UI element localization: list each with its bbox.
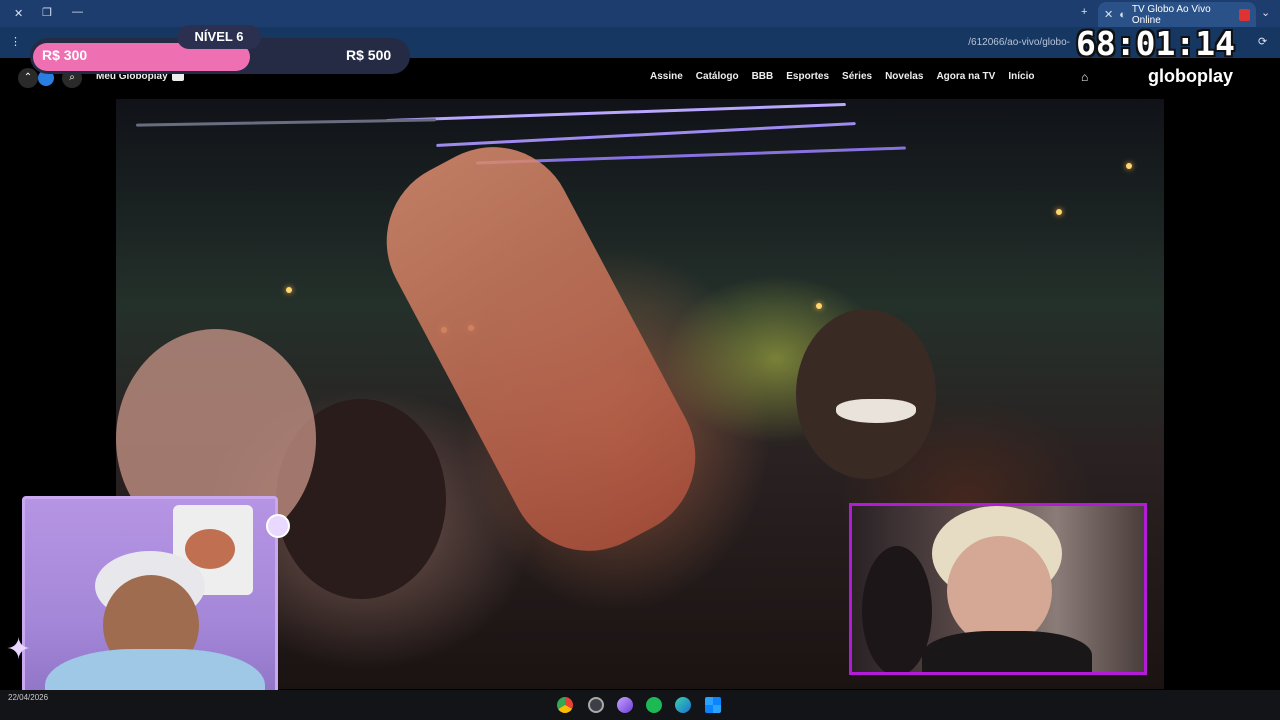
site-logo[interactable]: globoplay xyxy=(1148,66,1233,87)
edge-icon[interactable] xyxy=(675,697,691,713)
taskbar xyxy=(0,690,1280,720)
browser-tab-strip xyxy=(0,0,1280,27)
chrome-icon[interactable] xyxy=(557,697,573,713)
close-tab-icon[interactable]: ✕ xyxy=(1104,8,1113,21)
tab-favicon-icon xyxy=(1239,8,1250,21)
site-nav: Início Agora na TV Novelas Séries Esport… xyxy=(650,71,1034,82)
guest-webcam xyxy=(849,503,1147,675)
home-icon[interactable]: ⌂ xyxy=(1081,70,1088,84)
sparkle-icon: ✦ xyxy=(6,633,32,666)
goal-start-value: R$ 300 xyxy=(42,47,88,63)
nav-item-bbb[interactable]: BBB xyxy=(752,71,774,82)
menu-icon[interactable]: ⋮ xyxy=(10,35,21,48)
nav-item-catalogo[interactable]: Catálogo xyxy=(696,71,739,82)
reload-icon[interactable]: ⟳ xyxy=(1258,35,1267,48)
app-icon[interactable] xyxy=(617,697,633,713)
audio-icon[interactable]: ◐ xyxy=(1119,9,1126,21)
minimize-window-icon[interactable]: — xyxy=(72,6,83,18)
app-icon[interactable] xyxy=(588,697,604,713)
new-tab-icon[interactable]: + xyxy=(1081,6,1087,18)
close-window-icon[interactable]: ✕ xyxy=(14,7,23,20)
tab-title: TV Globo Ao Vivo Online xyxy=(1131,3,1211,26)
goal-end-value: R$ 500 xyxy=(346,47,392,63)
taskbar-clock: 22/04/2026 xyxy=(8,693,49,702)
spotify-icon[interactable] xyxy=(646,697,662,713)
nav-item-inicio[interactable]: Início xyxy=(1008,71,1034,82)
nav-item-agora-na-tv[interactable]: Agora na TV xyxy=(936,71,995,82)
nav-item-esportes[interactable]: Esportes xyxy=(786,71,829,82)
nav-item-series[interactable]: Séries xyxy=(842,71,872,82)
streamer-webcam xyxy=(22,496,278,706)
url-field[interactable]: /612066/ao-vivo/globo- xyxy=(430,33,1070,53)
level-badge: NÍVEL 6 xyxy=(177,25,261,49)
windows-icon[interactable] xyxy=(705,697,721,713)
nav-item-assine[interactable]: Assine xyxy=(650,71,683,82)
smiley-icon xyxy=(266,514,290,538)
nav-item-novelas[interactable]: Novelas xyxy=(885,71,923,82)
restore-window-icon[interactable]: ❐ xyxy=(42,6,52,19)
stream-timer: 68:01:14 xyxy=(1076,24,1235,63)
tab-search-icon[interactable]: ⌄ xyxy=(1261,6,1270,19)
chevron-icon[interactable]: ⌃ xyxy=(18,68,38,88)
